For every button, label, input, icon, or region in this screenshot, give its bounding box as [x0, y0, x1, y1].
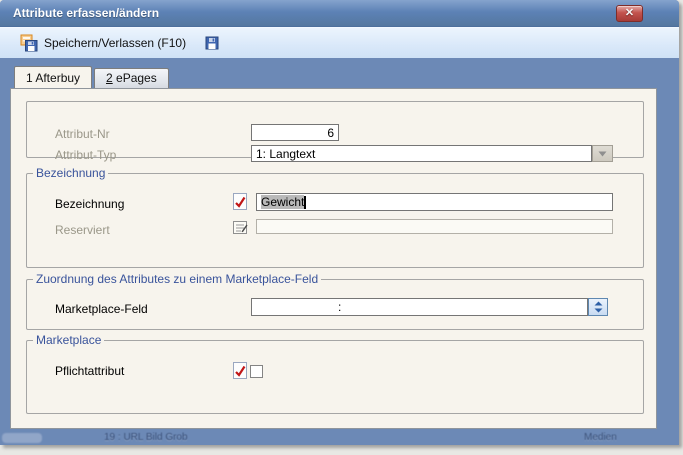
reserviert-label: Reserviert	[55, 223, 110, 237]
bezeichnung-label: Bezeichnung	[55, 197, 125, 211]
attribut-typ-label: Attribut-Typ	[55, 148, 117, 162]
chevron-down-icon	[598, 151, 607, 156]
marketplace-feld-label: Marketplace-Feld	[55, 302, 148, 316]
background-row-type: Medien	[584, 432, 617, 443]
attribut-typ-combobox[interactable]: 1: Langtext	[251, 145, 592, 162]
save-exit-label: Speichern/Verlassen (F10)	[44, 36, 187, 50]
tab-epages[interactable]: 2 ePages	[94, 68, 169, 88]
tab-epages-label: ePages	[112, 71, 157, 85]
save-exit-button[interactable]: Speichern/Verlassen (F10)	[16, 32, 190, 54]
window-title: Attribute erfassen/ändern	[13, 6, 160, 20]
tab-epages-accel: 2	[106, 71, 113, 85]
page-check-icon	[233, 192, 247, 210]
background-row-text: 19 : URL Bild Grob	[104, 432, 188, 443]
pflichtattribut-label: Pflichtattribut	[55, 364, 125, 378]
attribut-nr-label: Attribut-Nr	[55, 127, 110, 141]
group-zuordnung-title: Zuordnung des Attributes zu einem Market…	[33, 272, 322, 286]
close-icon: ✕	[624, 7, 635, 19]
group-marketplace-title: Marketplace	[33, 333, 105, 347]
screen: 19 : URL Bild Grob Medien Attribute erfa…	[0, 0, 683, 455]
page-pencil-icon	[233, 220, 248, 234]
save-icon	[205, 36, 219, 50]
note-edit-icon[interactable]	[233, 218, 248, 236]
attribut-nr-input[interactable]: 6	[251, 124, 339, 141]
titlebar: Attribute erfassen/ändern ✕	[0, 0, 679, 27]
spinner-arrows-icon	[594, 301, 602, 312]
selected-text: Gewicht	[261, 195, 305, 209]
save-button[interactable]	[202, 33, 222, 53]
attribut-nr-value: 6	[327, 125, 334, 140]
tab-afterbuy-label: 1 Afterbuy	[26, 71, 81, 85]
group-bezeichnung-title: Bezeichnung	[33, 166, 109, 180]
page-check-icon	[233, 361, 247, 379]
pflichtattribut-checkbox[interactable]	[250, 365, 263, 378]
attribut-typ-dropdown-button	[592, 145, 613, 162]
toolbar: Speichern/Verlassen (F10)	[0, 27, 679, 58]
save-exit-icon	[20, 34, 38, 52]
reserviert-input	[256, 219, 613, 234]
required-check-icon[interactable]	[233, 361, 248, 379]
marketplace-feld-value: :	[338, 300, 342, 314]
attribut-typ-value: 1: Langtext	[256, 146, 316, 161]
dialog-body: 1 Afterbuy 2 ePages Attribut-Nr Attribut…	[0, 58, 679, 445]
marketplace-feld-spinner[interactable]	[588, 298, 608, 316]
text-caret	[304, 195, 307, 209]
tab-afterbuy[interactable]: 1 Afterbuy	[14, 66, 93, 88]
close-button[interactable]: ✕	[616, 5, 643, 22]
marketplace-feld-input[interactable]: :	[251, 298, 588, 316]
tab-content-panel: Attribut-Nr Attribut-Typ 6 1: Langtext B…	[10, 88, 657, 429]
dialog-window: Attribute erfassen/ändern ✕ Speichern/Ve…	[0, 0, 679, 445]
group-marketplace: Marketplace Pflichtattribut	[26, 333, 644, 414]
background-text-fragment	[2, 433, 42, 443]
translate-check-icon[interactable]	[233, 192, 248, 210]
bezeichnung-input[interactable]: Gewicht	[256, 193, 613, 211]
